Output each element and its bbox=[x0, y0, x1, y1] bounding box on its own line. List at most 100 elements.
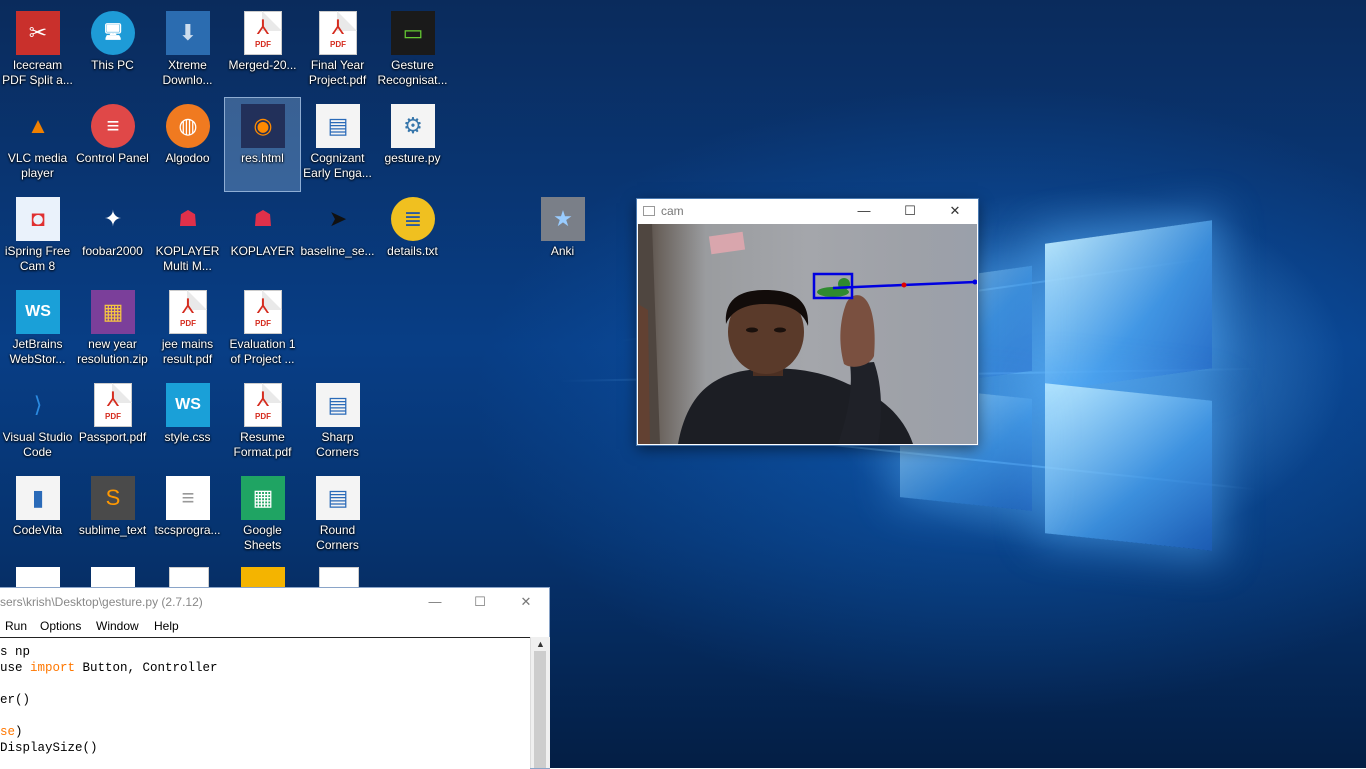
webcam-feed bbox=[638, 224, 977, 444]
code-line: se) bbox=[0, 724, 23, 740]
menu-help[interactable]: Help bbox=[154, 619, 179, 633]
desktop-icon-label: KOPLAYER bbox=[230, 244, 295, 258]
idle-title-bar[interactable]: sers\krish\Desktop\gesture.py (2.7.12) —… bbox=[0, 588, 549, 616]
koplayer-icon: ☗ bbox=[178, 206, 198, 231]
desktop-icon-partial[interactable] bbox=[0, 563, 75, 587]
desktop-icon-label: Sharp Corners bbox=[316, 430, 359, 459]
menu-window[interactable]: Window bbox=[96, 619, 139, 633]
desktop-icon[interactable]: ⟩ Visual Studio Code bbox=[0, 377, 75, 470]
desktop-icon-label: KOPLAYER Multi M... bbox=[155, 244, 220, 273]
pdf-file-icon: ⅄ PDF bbox=[244, 290, 282, 334]
desktop-icon[interactable]: ≣ details.txt bbox=[375, 191, 450, 284]
vscode-icon: ⟩ bbox=[33, 392, 43, 417]
desktop-icon[interactable]: ⅄ PDF Final Year Project.pdf bbox=[300, 5, 375, 98]
desktop-icon[interactable]: ⅄ PDF Evaluation 1 of Project ... bbox=[225, 284, 300, 377]
desktop-icon-label: Icecream PDF Split a... bbox=[2, 58, 73, 87]
desktop-icon[interactable]: ⅄ PDF Merged-20... bbox=[225, 5, 300, 98]
idle-window-title: sers\krish\Desktop\gesture.py (2.7.12) bbox=[0, 595, 203, 609]
python-file-icon: ⚙ bbox=[391, 104, 435, 148]
menu-run[interactable]: Run bbox=[5, 619, 27, 633]
code-editor[interactable]: s np use import Button, Controller er() se)… bbox=[0, 637, 530, 769]
desktop-icon[interactable]: ☗ KOPLAYER bbox=[225, 191, 300, 284]
desktop-icon[interactable]: ⅄ PDF jee mains result.pdf bbox=[150, 284, 225, 377]
control-panel-icon: ≡ bbox=[91, 104, 135, 148]
desktop-icon[interactable]: ▤ Cognizant Early Enga... bbox=[300, 98, 375, 191]
desktop-icon-label: iSpring Free Cam 8 bbox=[4, 244, 71, 273]
desktop-icon[interactable]: WS style.css bbox=[150, 377, 225, 470]
koplayer-icon: ☗ bbox=[253, 206, 273, 231]
desktop-icon[interactable]: WS JetBrains WebStor... bbox=[0, 284, 75, 377]
desktop-icon[interactable]: ▲ VLC media player bbox=[0, 98, 75, 191]
desktop-icon[interactable]: Ssublime_text bbox=[75, 470, 150, 563]
close-button[interactable]: ✕ bbox=[932, 199, 978, 223]
firefox-html-icon: ◉ bbox=[241, 104, 285, 148]
desktop-icon-partial[interactable] bbox=[300, 563, 375, 587]
this-pc-icon: 🖥 bbox=[91, 11, 135, 55]
desktop-icon-label: JetBrains WebStor... bbox=[9, 337, 66, 366]
vertical-scrollbar[interactable]: ▲ bbox=[530, 637, 550, 768]
idle-editor-window[interactable]: sers\krish\Desktop\gesture.py (2.7.12) —… bbox=[0, 588, 550, 769]
desktop-icon-label: res.html bbox=[241, 151, 284, 165]
desktop-icon-label: baseline_se... bbox=[300, 244, 375, 258]
desktop-icon[interactable]: ▮ CodeVita bbox=[0, 470, 75, 563]
cam-title-bar[interactable]: cam — ☐ ✕ bbox=[637, 199, 978, 223]
scrollbar-thumb[interactable] bbox=[534, 651, 546, 768]
desktop-icon[interactable]: ▦ Google Sheets bbox=[225, 470, 300, 563]
pdf-file-icon: ⅄ PDF bbox=[94, 383, 132, 427]
algodoo-icon: ◍ bbox=[166, 104, 210, 148]
desktop-icon[interactable]: ≡ tscsprogra... bbox=[150, 470, 225, 563]
desktop-icon[interactable]: ☗ KOPLAYER Multi M... bbox=[150, 191, 225, 284]
desktop-icon[interactable]: ▤ Round Corners bbox=[300, 470, 375, 563]
pdf-file-icon bbox=[169, 567, 209, 587]
desktop-icon[interactable]: ◍ Algodoo bbox=[150, 98, 225, 191]
cam-window[interactable]: cam — ☐ ✕ bbox=[637, 199, 978, 445]
desktop-icon[interactable]: ▦ new year resolution.zip bbox=[75, 284, 150, 377]
desktop-icon-label: Visual Studio Code bbox=[2, 430, 73, 459]
window-app-icon bbox=[643, 206, 655, 216]
desktop-icon[interactable]: ▤ Sharp Corners bbox=[300, 377, 375, 470]
maximize-button[interactable]: ☐ bbox=[457, 590, 503, 614]
pdf-file-icon: ⅄ PDF bbox=[244, 383, 282, 427]
desktop-icon-partial[interactable] bbox=[75, 563, 150, 587]
desktop-icon-label: foobar2000 bbox=[82, 244, 143, 258]
code-line: s np bbox=[0, 644, 30, 660]
desktop-icon-partial[interactable] bbox=[150, 563, 225, 587]
desktop-icon[interactable]: 🖥 This PC bbox=[75, 5, 150, 98]
minimize-button[interactable]: — bbox=[841, 199, 887, 223]
desktop-icon-label: Round Corners bbox=[316, 523, 359, 552]
desktop-icon[interactable]: ✂ Icecream PDF Split a... bbox=[0, 5, 75, 98]
desktop-icon[interactable]: ✦ foobar2000 bbox=[75, 191, 150, 284]
desktop-icon[interactable]: ≡ Control Panel bbox=[75, 98, 150, 191]
desktop-icon-label: style.css bbox=[164, 430, 211, 444]
pdf-file-icon bbox=[319, 567, 359, 587]
desktop-icon-label: Algodoo bbox=[165, 151, 210, 165]
desktop-icon-label: sublime_text bbox=[78, 523, 147, 537]
code-text: ) bbox=[15, 725, 23, 739]
pdf-file-icon: ⅄ PDF bbox=[244, 11, 282, 55]
document-shortcut-icon: ▤ bbox=[316, 104, 360, 148]
desktop-icon[interactable]: ⚙ gesture.py bbox=[375, 98, 450, 191]
code-keyword: import bbox=[30, 661, 76, 675]
desktop-icon[interactable]: ◘ iSpring Free Cam 8 bbox=[0, 191, 75, 284]
desktop-icon-label: tscsprogra... bbox=[154, 523, 221, 537]
desktop-icon[interactable]: ⬇ Xtreme Downlo... bbox=[150, 5, 225, 98]
minimize-button[interactable]: — bbox=[412, 590, 458, 614]
close-button[interactable]: ✕ bbox=[503, 590, 549, 614]
maximize-button[interactable]: ☐ bbox=[887, 199, 933, 223]
icecream-pdf-icon: ✂ bbox=[16, 11, 60, 55]
desktop-icon[interactable]: ⅄ PDF Resume Format.pdf bbox=[225, 377, 300, 470]
scroll-up-arrow-icon[interactable]: ▲ bbox=[531, 637, 550, 651]
desktop-icon[interactable]: ◉ res.html bbox=[224, 97, 301, 192]
pdf-file-icon: ⅄ PDF bbox=[169, 290, 207, 334]
desktop-icon-partial[interactable] bbox=[225, 563, 300, 587]
desktop-icon[interactable]: ➤ baseline_se... bbox=[300, 191, 375, 284]
desktop-icon[interactable]: ▭ Gesture Recognisat... bbox=[375, 5, 450, 98]
desktop-icon-label: jee mains result.pdf bbox=[161, 337, 214, 366]
code-line: use import Button, Controller bbox=[0, 660, 218, 676]
desktop-icon-label: Control Panel bbox=[76, 151, 149, 165]
menu-options[interactable]: Options bbox=[40, 619, 81, 633]
desktop-icon[interactable]: ⅄ PDF Passport.pdf bbox=[75, 377, 150, 470]
desktop-icon[interactable]: ★ Anki bbox=[525, 191, 600, 284]
code-text: Button, Controller bbox=[75, 661, 218, 675]
code-text: DisplaySize() bbox=[0, 741, 98, 755]
